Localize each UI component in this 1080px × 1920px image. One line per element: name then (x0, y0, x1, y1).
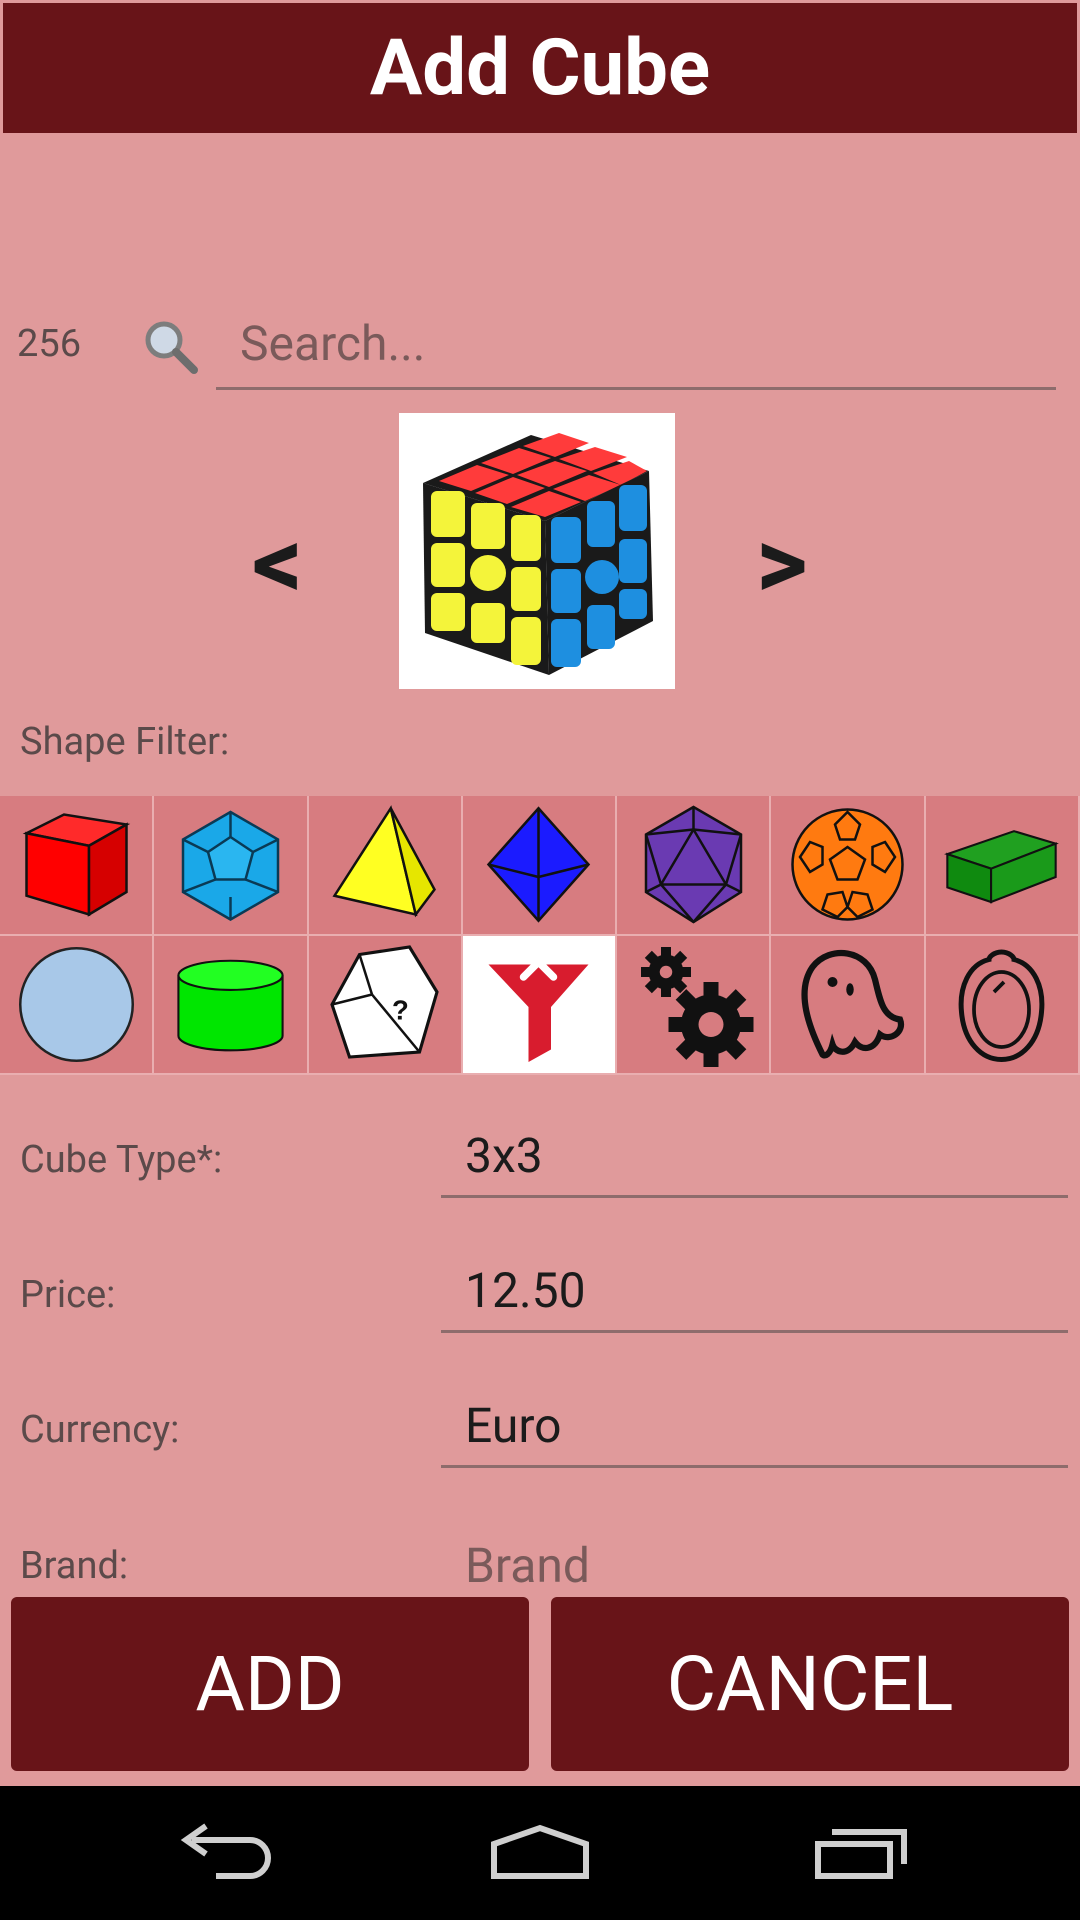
cube-type-field[interactable] (441, 1116, 1068, 1198)
svg-text:?: ? (392, 994, 409, 1025)
shape-filter-grid: ? (0, 796, 1080, 1075)
app-header: Add Cube (3, 3, 1077, 133)
next-cube-button[interactable]: > (756, 505, 808, 622)
clear-filter-icon[interactable] (462, 935, 618, 1075)
home-icon[interactable] (488, 1822, 592, 1882)
ghost-icon[interactable] (771, 935, 926, 1075)
previous-cube-button[interactable]: < (252, 505, 303, 622)
page-title: Add Cube (369, 22, 711, 114)
currency-label: Currency: (20, 1408, 180, 1452)
result-count: 256 (17, 322, 82, 366)
mirror-icon[interactable] (925, 935, 1080, 1075)
dodecahedron-icon[interactable] (154, 796, 309, 936)
brand-field[interactable] (441, 1535, 1068, 1595)
cube-type-label: Cube Type*: (20, 1138, 223, 1182)
price-label: Price: (20, 1273, 116, 1317)
tetrahedron-icon[interactable] (308, 796, 463, 936)
brand-label: Brand: (20, 1544, 129, 1588)
sphere-icon[interactable] (0, 935, 155, 1075)
recent-apps-icon[interactable] (812, 1822, 912, 1882)
octahedron-icon[interactable] (462, 796, 618, 936)
gears-icon[interactable] (617, 935, 772, 1075)
search-input[interactable] (216, 300, 1056, 390)
add-button-label: ADD (195, 1639, 345, 1729)
search-icon[interactable] (140, 316, 200, 376)
cube-icon[interactable] (0, 796, 155, 936)
cancel-button[interactable]: CANCEL (551, 1597, 1069, 1771)
cube-image (399, 413, 675, 689)
irregular-shape-icon[interactable]: ? (308, 935, 463, 1075)
system-navigation-bar (0, 1786, 1080, 1920)
ball-icon[interactable] (771, 796, 926, 936)
add-button[interactable]: ADD (11, 1597, 529, 1771)
back-icon[interactable] (172, 1822, 272, 1882)
cylinder-icon[interactable] (154, 935, 309, 1075)
cuboid-icon[interactable] (925, 796, 1080, 936)
icosahedron-icon[interactable] (617, 796, 772, 936)
price-field[interactable] (441, 1251, 1068, 1333)
shape-filter-label: Shape Filter: (20, 720, 230, 764)
currency-field[interactable] (441, 1386, 1068, 1468)
cancel-button-label: CANCEL (666, 1639, 954, 1729)
